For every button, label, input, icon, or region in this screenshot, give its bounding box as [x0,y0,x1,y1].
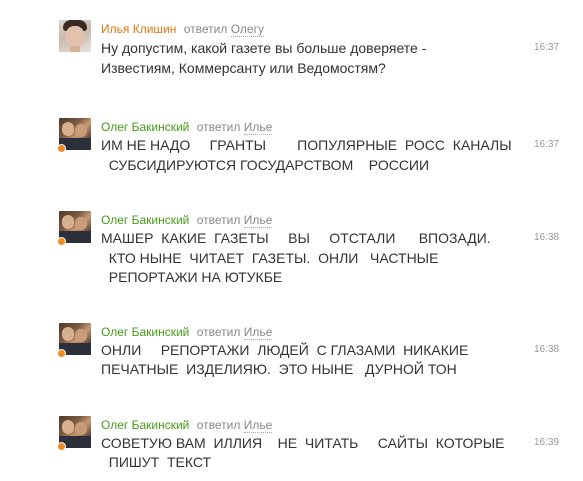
avatar-person-2 [75,217,87,230]
message-text-line-2: ПИШУТ ТЕКСТ [101,454,212,470]
reply-target-link[interactable]: Олегу [230,22,264,37]
message-text-line-3: РЕПОРТАЖИ НА ЮТУКБЕ [101,269,283,285]
message-meta: Илья Клишин ответил Олегу [101,22,264,37]
online-status-icon [57,237,66,246]
reply-target-link[interactable]: Илье [243,418,273,433]
avatar-person-1 [62,215,74,229]
online-status-icon [57,349,66,358]
avatar-person-1 [62,420,74,434]
message-text-line-2: СУБСИДИРУЮТСЯ ГОСУДАРСТВОМ РОССИИ [101,157,430,173]
message-time: 16:38 [534,344,560,355]
author-link[interactable]: Олег Бакинский [101,120,189,134]
online-status-icon [57,144,66,153]
avatar-person-2 [75,329,87,342]
message-text-line-1: СОВЕТУЮ ВАМ ИЛЛИЯ НЕ ЧИТАТЬ САЙТЫ КОТОРЫ… [101,435,505,451]
message-text-line-1: Ну допустим, какой газете вы больше дове… [101,40,427,56]
avatar-person-1 [62,327,74,341]
message-meta: Олег Бакинский ответил Илье [101,325,273,340]
message-text-line-1: ОНЛИ РЕПОРТАЖИ ЛЮДЕЙ С ГЛАЗАМИ НИКАКИЕ [101,342,469,358]
message-time: 16:37 [534,139,560,150]
message-time: 16:38 [534,232,560,243]
avatar-person-2 [75,422,87,435]
reply-verb: ответил [196,418,241,432]
online-status-icon [57,442,66,451]
reply-target-link[interactable]: Илье [243,120,273,135]
message-time: 16:37 [534,42,560,53]
author-link[interactable]: Олег Бакинский [101,325,189,339]
avatar-neck [70,46,80,52]
message-text-line-2: КТО НЫНЕ ЧИТАЕТ ГАЗЕТЫ. ОНЛИ ЧАСТНЫЕ [101,250,439,266]
reply-verb: ответил [196,120,241,134]
reply-target-link[interactable]: Илье [243,213,273,228]
message-text-line-1: МАШЕР КАКИЕ ГАЗЕТЫ ВЫ ОТСТАЛИ ВПОЗАДИ. [101,230,491,246]
author-link[interactable]: Олег Бакинский [101,213,189,227]
message-meta: Олег Бакинский ответил Илье [101,213,273,228]
message-text-line-1: ИМ НЕ НАДО ГРАНТЫ ПОПУЛЯРНЫЕ РОСС КАНАЛЫ [101,137,512,153]
reply-verb: ответил [196,325,241,339]
message-meta: Олег Бакинский ответил Илье [101,120,273,135]
reply-verb: ответил [183,22,228,36]
reply-verb: ответил [196,213,241,227]
avatar-person-1 [62,122,74,136]
author-link[interactable]: Олег Бакинский [101,418,189,432]
avatar-person-2 [75,124,87,137]
avatar-face [66,26,84,48]
author-link[interactable]: Илья Клишин [101,22,176,36]
message-meta: Олег Бакинский ответил Илье [101,418,273,433]
message-time: 16:39 [534,437,560,448]
message-text-line-2: ПЕЧАТНЫЕ ИЗДЕЛИЯЮ. ЭТО НЫНЕ ДУРНОЙ ТОН [101,361,457,377]
reply-target-link[interactable]: Илье [243,325,273,340]
avatar-ilya[interactable] [59,20,91,52]
message-text-line-2: Известиям, Коммерсанту или Ведомостям? [101,60,386,76]
